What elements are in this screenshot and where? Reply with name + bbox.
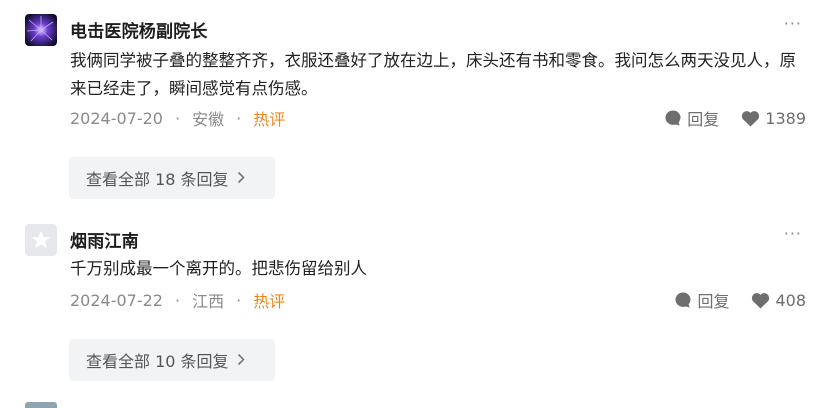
comment-actions: 回复 408 bbox=[674, 288, 806, 312]
reply-button[interactable]: 回复 bbox=[664, 106, 719, 130]
comment-date: 2024-07-20 bbox=[70, 108, 163, 128]
like-count: 1389 bbox=[765, 108, 806, 128]
avatar[interactable] bbox=[25, 14, 57, 46]
comment-location: 安徽 bbox=[192, 110, 225, 129]
avatar[interactable] bbox=[25, 402, 57, 408]
separator-dot: · bbox=[236, 290, 242, 310]
username[interactable]: 烟雨江南 bbox=[70, 227, 139, 252]
comment-bubble-icon bbox=[675, 292, 691, 308]
chevron-right-icon bbox=[237, 351, 245, 370]
more-dots-icon[interactable]: ··· bbox=[784, 224, 802, 243]
like-button[interactable]: 1389 bbox=[741, 109, 806, 128]
comment-location: 江西 bbox=[192, 292, 225, 311]
heart-icon bbox=[752, 292, 770, 308]
comment-item: 烟雨江南 ··· 千万别成最一个离开的。把悲伤留给别人 2024-07-22 ·… bbox=[0, 205, 830, 400]
comment-text: 我俩同学被子叠的整整齐齐，衣服还叠好了放在边上，床头还有书和零食。我问怎么两天没… bbox=[70, 51, 796, 98]
comment-item: 电击医院杨副院长 ··· 我俩同学被子叠的整整齐齐，衣服还叠好了放在边上，床头还… bbox=[0, 0, 830, 205]
view-all-label: 查看全部 18 条回复 bbox=[86, 170, 229, 189]
view-all-label: 查看全部 10 条回复 bbox=[86, 352, 229, 371]
username[interactable]: 电击医院杨副院长 bbox=[70, 17, 208, 42]
comment-text: 千万别成最一个离开的。把悲伤留给别人 bbox=[70, 259, 367, 278]
reply-label: 回复 bbox=[687, 110, 720, 129]
hot-badge: 热评 bbox=[253, 292, 286, 311]
hot-badge: 热评 bbox=[253, 110, 286, 129]
comment-date: 2024-07-22 bbox=[70, 290, 163, 310]
separator-dot: · bbox=[174, 108, 181, 128]
separator-dot: · bbox=[174, 290, 181, 310]
reply-label: 回复 bbox=[697, 292, 730, 311]
heart-icon bbox=[742, 110, 760, 126]
more-dots-icon[interactable]: ··· bbox=[784, 14, 802, 33]
reply-button[interactable]: 回复 bbox=[674, 288, 729, 312]
separator-dot: · bbox=[236, 108, 242, 128]
like-button[interactable]: 408 bbox=[751, 291, 806, 310]
comment-actions: 回复 1389 bbox=[664, 106, 806, 130]
comment-bubble-icon bbox=[665, 110, 681, 126]
view-all-replies-button[interactable]: 查看全部 10 条回复 bbox=[69, 339, 275, 381]
like-count: 408 bbox=[775, 290, 806, 310]
avatar[interactable] bbox=[25, 224, 57, 256]
view-all-replies-button[interactable]: 查看全部 18 条回复 bbox=[69, 157, 275, 199]
comment-meta: 2024-07-22 · 江西 · 热评 bbox=[70, 288, 285, 312]
chevron-right-icon bbox=[237, 169, 245, 188]
comment-meta: 2024-07-20 · 安徽 · 热评 bbox=[70, 106, 285, 130]
